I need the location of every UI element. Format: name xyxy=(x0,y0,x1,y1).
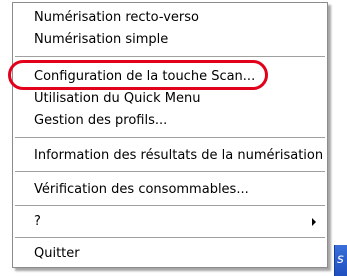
menu-item-duplex-scan[interactable]: Numérisation recto-verso xyxy=(14,7,326,29)
taskbar-app-glyph: s xyxy=(337,252,344,267)
menu-item-help[interactable]: ? xyxy=(14,211,326,233)
menu-item-label: Numérisation simple xyxy=(34,32,169,47)
menu-item-quick-menu[interactable]: Utilisation du Quick Menu xyxy=(14,88,326,110)
menu-item-label: Information des résultats de la numérisa… xyxy=(34,148,324,163)
taskbar-fragment: s xyxy=(334,245,347,276)
menu-item-scan-results-info[interactable]: Information des résultats de la numérisa… xyxy=(14,145,326,167)
menu-item-simplex-scan[interactable]: Numérisation simple xyxy=(14,29,326,51)
menu-item-label: Utilisation du Quick Menu xyxy=(34,91,201,106)
menu-separator xyxy=(15,205,325,206)
menu-item-label: Configuration de la touche Scan... xyxy=(34,69,256,84)
menu-item-profile-management[interactable]: Gestion des profils... xyxy=(14,110,326,132)
chevron-right-icon xyxy=(312,218,316,226)
screen: s Numérisation recto-verso Numérisation … xyxy=(0,0,347,276)
context-menu: Numérisation recto-verso Numérisation si… xyxy=(12,2,328,268)
menu-item-label: Numérisation recto-verso xyxy=(34,10,199,25)
menu-separator xyxy=(15,56,325,57)
menu-item-scan-button-config[interactable]: Configuration de la touche Scan... xyxy=(14,66,326,88)
menu-item-label: ? xyxy=(34,214,41,229)
menu-separator xyxy=(15,171,325,172)
menu-item-label: Gestion des profils... xyxy=(34,113,168,128)
menu-item-consumables-check[interactable]: Vérification des consommables... xyxy=(14,179,326,201)
menu-separator xyxy=(15,237,325,238)
menu-item-label: Vérification des consommables... xyxy=(34,182,249,197)
menu-item-quit[interactable]: Quitter xyxy=(14,243,326,265)
menu-separator xyxy=(15,137,325,138)
menu-item-label: Quitter xyxy=(34,246,80,261)
